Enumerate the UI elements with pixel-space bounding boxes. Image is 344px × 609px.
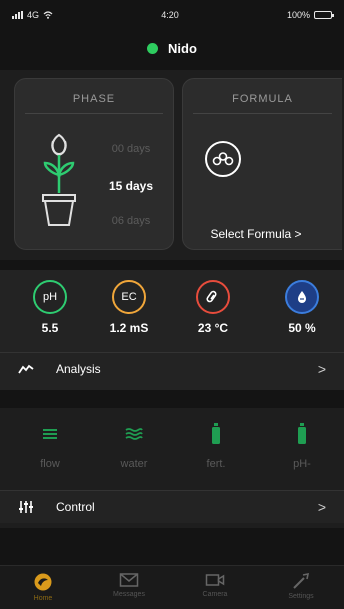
ec-icon: EC	[112, 280, 146, 314]
sliders-icon	[19, 501, 33, 513]
ph-value: 5.5	[41, 321, 59, 335]
sensor-ec[interactable]: EC 1.2 mS	[97, 280, 161, 335]
tab-home[interactable]: Home	[0, 566, 86, 609]
divider	[25, 113, 163, 114]
device-name: Nido	[168, 40, 197, 56]
tab-messages[interactable]: Messages	[86, 566, 172, 609]
top-section: PHASE 00 days 15 days 06 days FORMULA Se…	[0, 70, 344, 260]
divider	[193, 113, 332, 114]
humidity-icon	[285, 280, 319, 314]
phase-title: PHASE	[72, 93, 116, 105]
tab-home-label: Home	[33, 595, 53, 602]
tab-settings-label: Settings	[288, 593, 314, 600]
plant-pot-icon	[42, 133, 76, 226]
ph-icon-label: pH	[42, 291, 58, 303]
chart-line-icon	[18, 364, 34, 374]
phase-days-current[interactable]: 15 days	[93, 179, 169, 193]
tab-camera[interactable]: Camera	[172, 566, 258, 609]
mail-icon	[119, 573, 139, 587]
signal-icon	[12, 11, 23, 19]
temperature-value: 23 °C	[197, 321, 229, 335]
status-left: 4G	[12, 10, 53, 20]
home-icon	[34, 573, 52, 591]
device-ph-minus[interactable]: pH-	[272, 422, 332, 470]
status-right: 100%	[286, 10, 334, 20]
tab-camera-label: Camera	[202, 591, 228, 598]
ph-icon: pH	[33, 280, 67, 314]
tab-settings[interactable]: Settings	[258, 566, 344, 609]
device-fert[interactable]: fert.	[186, 422, 246, 470]
water-icon	[104, 422, 164, 446]
device-water[interactable]: water	[104, 422, 164, 470]
formula-card[interactable]: FORMULA Select Formula >	[182, 78, 342, 250]
select-formula-link[interactable]: Select Formula >	[183, 227, 343, 241]
battery-percent: 100%	[286, 10, 310, 20]
status-bar: 4G 4:20 100%	[0, 0, 344, 30]
device-header[interactable]: Nido	[0, 36, 344, 60]
analysis-row[interactable]: Analysis >	[0, 353, 344, 385]
molecule-icon	[205, 141, 241, 177]
phase-days-previous[interactable]: 00 days	[93, 143, 169, 155]
analysis-label: Analysis	[56, 362, 101, 376]
carrier-label: 4G	[27, 10, 40, 20]
clock: 4:20	[161, 10, 179, 20]
camera-icon	[205, 574, 225, 586]
ec-icon-label: EC	[121, 291, 137, 303]
ph-minus-icon	[272, 422, 332, 446]
wifi-icon	[43, 11, 53, 19]
formula-title: FORMULA	[232, 93, 293, 105]
sensor-ph[interactable]: pH 5.5	[18, 280, 82, 335]
fertilizer-icon	[186, 422, 246, 446]
chevron-right-icon: >	[317, 361, 326, 377]
phase-card[interactable]: PHASE 00 days 15 days 06 days	[14, 78, 174, 250]
flow-icon	[20, 422, 80, 446]
thermometer-icon	[196, 280, 230, 314]
tab-bar: Home Messages Camera Settings	[0, 565, 344, 609]
control-row[interactable]: Control >	[0, 491, 344, 523]
tab-messages-label: Messages	[113, 591, 145, 598]
online-status-dot	[147, 42, 159, 54]
humidity-value: 50 %	[288, 321, 316, 335]
flow-label: flow	[40, 458, 60, 470]
battery-icon	[313, 11, 334, 19]
sensor-humidity[interactable]: 50 %	[270, 280, 334, 335]
device-flow[interactable]: flow	[20, 422, 80, 470]
sensor-temperature[interactable]: 23 °C	[181, 280, 245, 335]
ph-minus-label: pH-	[293, 458, 311, 470]
control-label: Control	[56, 500, 95, 514]
ec-value: 1.2 mS	[109, 321, 149, 335]
chevron-right-icon: >	[317, 499, 326, 515]
water-label: water	[120, 458, 148, 470]
phase-days-next[interactable]: 06 days	[93, 215, 169, 227]
fert-label: fert.	[206, 458, 226, 470]
tools-icon	[293, 572, 310, 589]
